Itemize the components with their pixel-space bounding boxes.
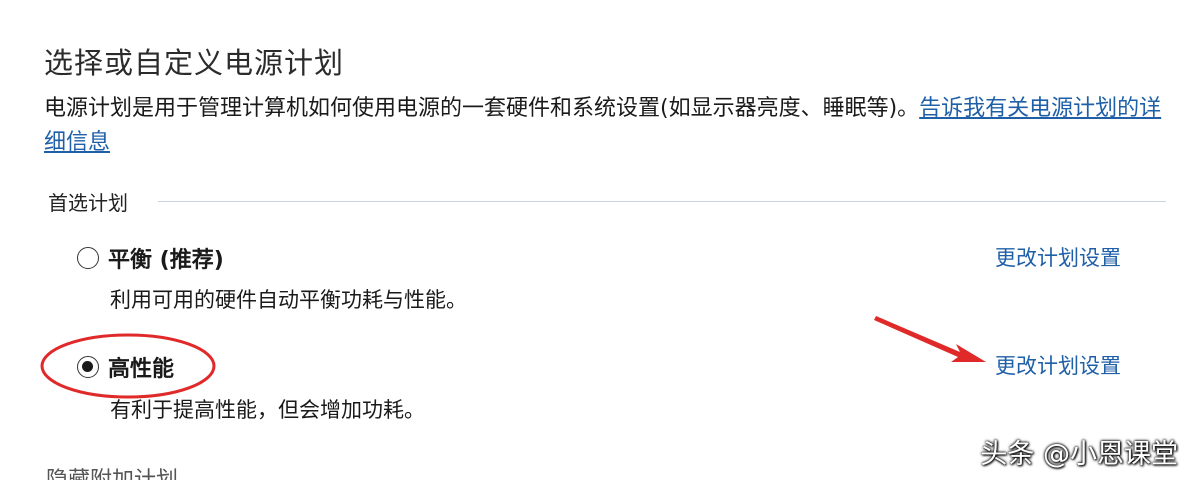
balanced-plan-description: 利用可用的硬件自动平衡功耗与性能。 [110,288,467,312]
power-options-panel: 选择或自定义电源计划 电源计划是用于管理计算机如何使用电源的一套硬件和系统设置(… [0,0,1200,480]
hidden-plans-header-partial: 隐藏附加计划 [46,462,178,480]
description-text: 电源计划是用于管理计算机如何使用电源的一套硬件和系统设置(如显示器亮度、睡眠等)… [44,96,920,121]
page-title: 选择或自定义电源计划 [44,46,345,80]
radio-selected-dot [82,361,93,372]
balanced-plan-radio[interactable] [77,247,99,269]
preferred-plans-header: 首选计划 [48,191,128,215]
high-performance-plan-description: 有利于提高性能，但会增加功耗。 [110,398,425,422]
high-performance-plan-name: 高性能 [108,357,175,382]
balanced-plan-name: 平衡 (推荐) [108,248,224,273]
balanced-change-settings-link[interactable]: 更改计划设置 [995,242,1121,272]
high-performance-plan-radio[interactable] [77,356,99,378]
watermark: 头条 @小恩课堂 [980,439,1178,470]
section-divider [158,201,1166,202]
high-performance-change-settings-link[interactable]: 更改计划设置 [995,350,1121,380]
page-description: 电源计划是用于管理计算机如何使用电源的一套硬件和系统设置(如显示器亮度、睡眠等)… [44,92,1174,160]
red-arrow-annotation [874,316,986,362]
